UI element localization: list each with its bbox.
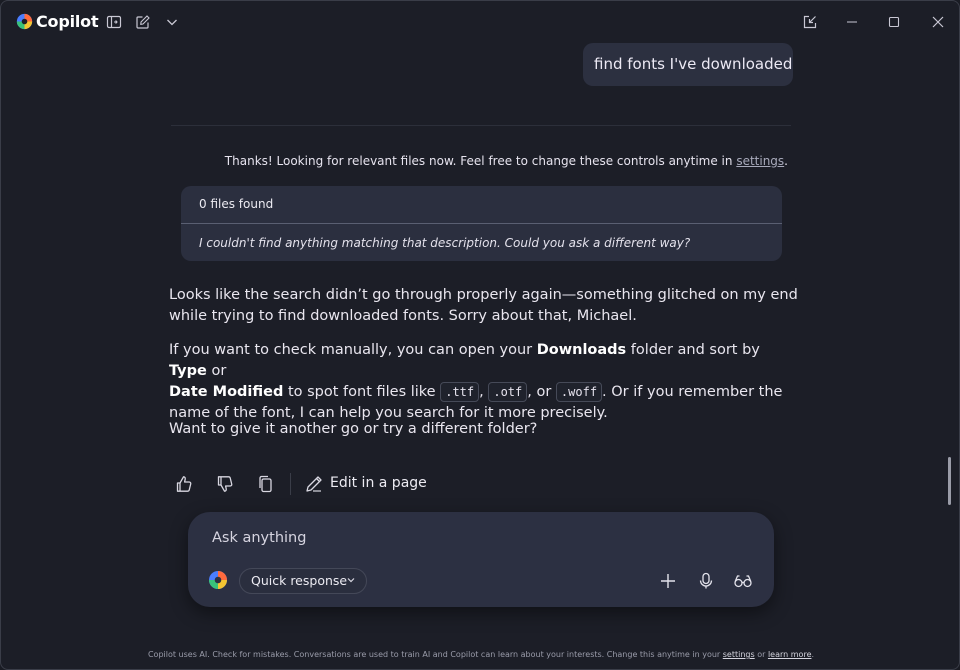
reply-paragraph-3: Want to give it another go or try a diff…	[169, 421, 538, 437]
thumbs-down-icon[interactable]	[215, 474, 235, 494]
reply-paragraph-1: Looks like the search didn’t go through …	[169, 287, 798, 324]
message-composer: Quick response	[188, 512, 774, 607]
divider	[171, 125, 791, 126]
reply-text: If you want to check manually, you can o…	[169, 342, 537, 358]
actions-divider	[290, 473, 291, 495]
otf-code: .otf	[488, 382, 528, 402]
learn-more-link[interactable]: learn more	[768, 650, 812, 659]
woff-code: .woff	[555, 382, 603, 402]
reply-text: or	[206, 363, 227, 379]
status-text: Thanks! Looking for relevant files now. …	[224, 154, 737, 168]
disclaimer-footer: Copilot uses AI. Check for mistakes. Con…	[1, 650, 959, 659]
downloads-bold: Downloads	[536, 342, 627, 358]
user-message-bubble: find fonts I've downloaded	[583, 43, 793, 86]
ttf-code: .ttf	[440, 382, 480, 402]
reply-paragraph-2: If you want to check manually, you can o…	[169, 340, 799, 424]
copilot-logo-icon	[16, 13, 33, 30]
reply-text: , or	[527, 384, 556, 400]
microphone-icon[interactable]	[696, 571, 716, 591]
copilot-mode-icon[interactable]	[208, 570, 228, 590]
response-mode-dropdown[interactable]: Quick response	[239, 568, 367, 594]
status-end: .	[784, 154, 788, 168]
card-divider	[181, 223, 782, 224]
response-mode-label: Quick response	[251, 573, 348, 588]
reply-text: folder and sort by	[626, 342, 760, 358]
files-empty-message: I couldn't find anything matching that d…	[199, 236, 691, 250]
footer-text: .	[811, 650, 815, 659]
footer-text: Copilot uses AI. Check for mistakes. Con…	[147, 650, 723, 659]
type-bold: Type	[169, 363, 207, 379]
date-modified-bold: Date Modified	[169, 384, 284, 400]
chevron-down-icon[interactable]	[164, 14, 180, 30]
reply-text: to spot font files like	[283, 384, 441, 400]
plus-icon[interactable]	[658, 571, 678, 591]
edit-in-page-button[interactable]: Edit in a page	[330, 475, 427, 491]
app-title: Copilot	[36, 12, 99, 31]
copilot-window: Copilot find fonts I've downloaded Thank…	[0, 0, 960, 670]
glasses-icon[interactable]	[733, 571, 753, 591]
new-chat-icon[interactable]	[135, 14, 151, 30]
title-bar: Copilot	[1, 1, 959, 43]
footer-text: or	[754, 650, 768, 659]
sidebar-toggle-icon[interactable]	[106, 14, 122, 30]
files-found-count: 0 files found	[199, 197, 274, 211]
footer-settings-link[interactable]: settings	[723, 650, 755, 659]
maximize-icon[interactable]	[886, 14, 902, 30]
reply-text: ,	[479, 384, 489, 400]
close-icon[interactable]	[930, 14, 946, 30]
popout-icon[interactable]	[802, 14, 818, 30]
scrollbar-thumb[interactable]	[948, 457, 951, 505]
search-status-text: Thanks! Looking for relevant files now. …	[225, 154, 788, 168]
settings-link[interactable]: settings	[736, 154, 784, 168]
thumbs-up-icon[interactable]	[174, 474, 194, 494]
minimize-icon[interactable]	[844, 14, 860, 30]
edit-pen-icon[interactable]	[304, 474, 324, 494]
copy-icon[interactable]	[256, 474, 276, 494]
ask-input[interactable]	[212, 530, 712, 546]
files-result-card: 0 files found I couldn't find anything m…	[181, 186, 782, 261]
chevron-down-icon	[347, 578, 355, 583]
